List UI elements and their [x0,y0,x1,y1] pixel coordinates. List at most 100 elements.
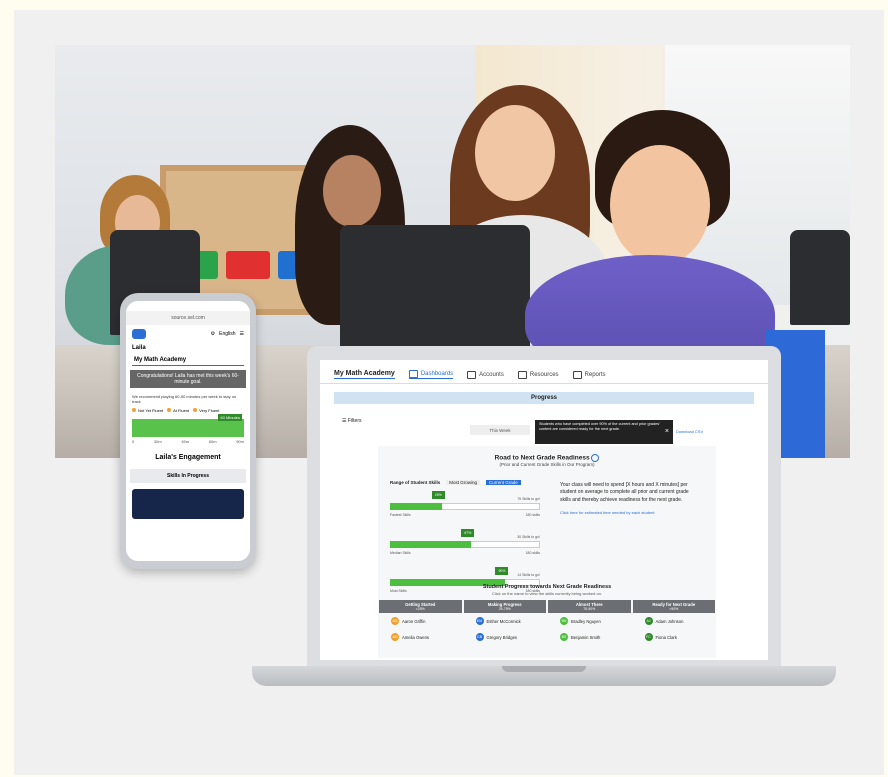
student-avatar: BS [560,633,568,641]
engagement-title: Laila's Engagement [155,454,221,461]
toggle-current-grade[interactable]: Current Grade [486,480,521,485]
progress-header: Progress [334,392,754,404]
student-row[interactable]: AJ Adam Johnson [633,613,716,629]
dashboard-icon [408,370,418,378]
bar-flag: 90% [495,567,509,575]
url-bar[interactable]: source.sel.com [126,311,250,325]
student-avatar: AO [391,633,399,641]
academy-select[interactable]: My Math Academy [132,355,244,366]
column-range: 75-90% [583,607,596,611]
tick: 0 [132,439,135,444]
student-name: Gregory Bridges [486,634,518,640]
tab-label: Reports [584,371,606,378]
road-title-text: Road to Next Grade Readiness [494,454,590,462]
menu-icon[interactable]: ☰ [240,331,244,337]
column-almost-there: Almost There 75-90% BN Bradley Nguyen BS Be… [548,600,631,645]
tab-label: Accounts [479,371,504,378]
bar-label: 60 Minutes [218,414,242,421]
legend-item: Very Fluent [193,408,219,413]
progress-columns: Getting Started <25% AG Aaron Griffin AO Am… [378,600,716,645]
legend-item: Not Yet Fluent [132,408,163,413]
student-row[interactable]: EM Esther McCormick [464,613,547,629]
tab-resources[interactable]: Resources [517,370,559,379]
student-row[interactable]: AO Amelia Owens [379,629,462,645]
column-range: >90% [669,607,679,611]
bar-flag: 67% [461,529,475,537]
student-avatar: FC [644,633,653,641]
student-name: Adam Johnson [655,618,684,624]
filters-button[interactable]: ☰ Filters [342,418,362,424]
bell-icon[interactable]: ⚙ [211,331,215,337]
goal-banner: Congratulations! Laila has met this week… [130,370,246,388]
column-ready: Ready for Next Grade >90% AJ Adam Johnson … [632,600,716,645]
readiness-summary: Your class will need to spend [X hours a… [560,482,700,516]
tab-reports[interactable]: Reports [572,370,606,379]
phone-screen: source.sel.com ⚙ English ☰ Laila My Math… [126,301,250,561]
download-csv-link[interactable]: Download CSV [676,429,703,434]
tick: 45m [181,439,190,444]
close-icon[interactable]: × [665,427,669,436]
student-row[interactable]: AG Aaron Griffin [379,613,462,629]
tick: 30m [153,439,162,444]
student-row[interactable]: GB Gregory Bridges [464,629,547,645]
student-row[interactable]: BN Bradley Nguyen [548,613,631,629]
column-making-progress: Making Progress 25-75% EM Esther McCormick… [463,600,547,645]
laptop-base [252,666,836,686]
column-range: 25-75% [498,607,511,611]
student-row[interactable]: FC Fiona Clark [633,629,716,645]
range-label: Range of Student Skills [390,480,441,485]
tick: 60m [208,439,217,444]
student-avatar: AJ [644,617,653,625]
tab-label: Dashboards [420,371,454,377]
skills-to-go: 30 Skills to go! [517,535,540,539]
summary-text: Your class will need to spend [X hours a… [560,482,689,503]
skill-bar-median: 67% 30 Skills to go! Median Skills 180 s… [390,527,540,561]
student-avatar: BN [560,617,568,625]
date-range-select[interactable]: This Week [470,425,530,435]
bar-total: 180 skills [525,513,540,517]
reports-icon [572,370,582,379]
minutes-bar: 60 Minutes [132,414,244,437]
tick: 90m [236,439,244,444]
student-progress-subtitle: Click on the name to view the skills cur… [491,591,603,596]
bar-label: Median Skills [390,551,411,555]
estimated-time-link[interactable]: Click here for estimated time needed by … [560,510,700,516]
road-title: Road to Next Grade Readiness [378,454,716,462]
academy-brand[interactable]: My Math Academy [334,370,395,379]
tab-label: Resources [529,371,559,378]
info-icon[interactable] [591,454,600,462]
student-avatar: AG [391,617,399,625]
recommendation-note: We recommend playing 60-90 minutes per w… [132,394,237,404]
language-select[interactable]: English [219,331,235,337]
skills-to-go: 14 Skills to go! [517,573,540,577]
filters-label: Filters [347,418,362,424]
skills-range: Range of Student Skills Most Growing Cur… [390,480,540,599]
toggle-most-growing[interactable]: Most Growing [446,480,481,485]
app-logo-icon [132,329,146,339]
tooltip-text: Students who have completed over 90% of … [539,422,660,431]
skills-in-progress[interactable]: Skills In Progress [130,469,246,483]
top-nav: My Math Academy Dashboards Accounts Reso… [320,360,768,384]
tab-accounts[interactable]: Accounts [467,370,504,379]
tab-dashboards[interactable]: Dashboards [408,370,454,379]
student-name: Amelia Owens [402,634,429,640]
skill-bar-fastest: 25% 75 Skills to go! Fastest Skills 180 … [390,489,540,523]
student-avatar: GB [475,633,484,641]
student-name: Esther McCormick [486,618,521,624]
bar-total: 180 skills [525,551,540,555]
bar-flag: 25% [431,491,445,499]
skill-video-thumbnail[interactable] [132,489,244,519]
skills-to-go: 75 Skills to go! [517,497,540,501]
student-name: Fiona Clark [655,634,677,640]
column-range: <25% [415,607,425,611]
accounts-icon [467,370,477,379]
student-row[interactable]: BS Benjamin Smith [548,629,631,645]
student-avatar: EM [475,617,484,625]
bar-label: Fastest Skills [390,513,411,517]
student-name[interactable]: Laila [126,343,250,353]
legend-item: At Fluent [167,408,189,413]
road-subtitle: (Prior and Current Grade Skills in Our P… [499,462,595,467]
student-name: Benjamin Smith [571,634,601,640]
readiness-card: Road to Next Grade Readiness (Prior and … [378,446,716,658]
bar-ticks: 0 30m 45m 60m 90m [126,439,250,444]
